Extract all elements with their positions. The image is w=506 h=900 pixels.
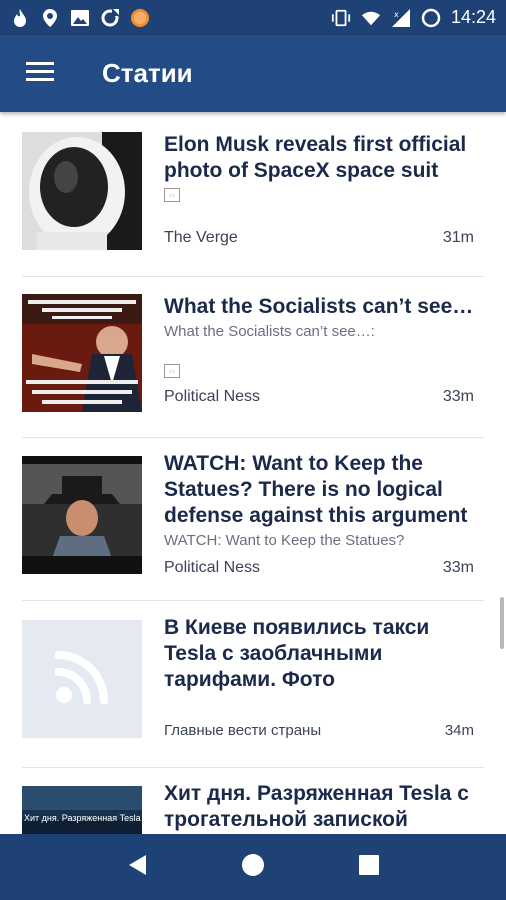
recents-square-icon[interactable]: [358, 854, 380, 881]
article-source: The Verge: [164, 229, 238, 246]
wifi-icon: [361, 8, 381, 28]
clock: 14:24: [450, 7, 496, 27]
home-circle-icon[interactable]: [241, 853, 265, 882]
vibrate-icon: [331, 8, 351, 28]
article-headline[interactable]: В Киеве появились такси Tesla с заоблачн…: [164, 615, 484, 693]
sync-icon: [100, 8, 120, 28]
hamburger-menu-icon: [26, 61, 54, 86]
rss-icon: [54, 650, 109, 709]
article-thumbnail[interactable]: [22, 294, 142, 412]
svg-text:x: x: [394, 10, 399, 19]
broken-image-icon: ▭: [164, 188, 180, 202]
article-item[interactable]: Elon Musk reveals first official photo o…: [22, 132, 484, 277]
article-thumbnail[interactable]: [22, 132, 142, 250]
article-source: Главные вести страны: [164, 722, 322, 739]
article-item[interactable]: В Киеве появились такси Tesla с заоблачн…: [22, 616, 484, 768]
menu-button[interactable]: [0, 35, 80, 112]
article-age: 31m: [442, 229, 474, 246]
location-pin-icon: [40, 8, 60, 28]
badge-icon: [130, 8, 150, 28]
back-triangle-icon[interactable]: [126, 853, 148, 882]
article-feed[interactable]: Elon Musk reveals first official photo o…: [0, 112, 506, 834]
article-thumbnail[interactable]: [22, 620, 142, 738]
article-source: Political Ness: [164, 388, 261, 405]
article-headline[interactable]: WATCH: Want to Keep the Statues? There i…: [164, 451, 484, 529]
article-item[interactable]: WATCH: Want to Keep the Statues? There i…: [22, 452, 484, 601]
battery-icon: [421, 8, 441, 28]
article-summary: What the Socialists can’t see…:: [164, 323, 375, 340]
flame-icon: [10, 8, 30, 28]
article-summary: WATCH: Want to Keep the Statues?: [164, 532, 405, 549]
signal-icon: x: [391, 8, 411, 28]
article-age: 33m: [442, 559, 474, 576]
scrollbar-thumb[interactable]: [500, 597, 504, 649]
article-age: 34m: [444, 722, 474, 739]
article-item[interactable]: Хит дня. Разряженная Tesla Хит дня. Разр…: [22, 782, 484, 834]
article-headline[interactable]: What the Socialists can’t see…: [164, 294, 484, 320]
article-thumbnail[interactable]: Хит дня. Разряженная Tesla: [22, 786, 142, 834]
status-bar: x 14:24: [0, 0, 506, 35]
image-icon: [70, 8, 90, 28]
thumbnail-caption: Хит дня. Разряженная Tesla: [24, 813, 141, 823]
article-headline[interactable]: Elon Musk reveals first official photo o…: [164, 132, 484, 184]
article-item[interactable]: What the Socialists can’t see… What the …: [22, 294, 484, 438]
article-source: Political Ness: [164, 559, 261, 576]
broken-image-icon: ▭: [164, 364, 180, 378]
article-thumbnail[interactable]: [22, 456, 142, 574]
article-headline[interactable]: Хит дня. Разряженная Tesla с трогательно…: [164, 781, 484, 833]
navigation-bar: [0, 834, 506, 900]
app-bar: Статии: [0, 35, 506, 112]
page-title: Статии: [102, 58, 193, 88]
article-age: 33m: [442, 388, 474, 405]
